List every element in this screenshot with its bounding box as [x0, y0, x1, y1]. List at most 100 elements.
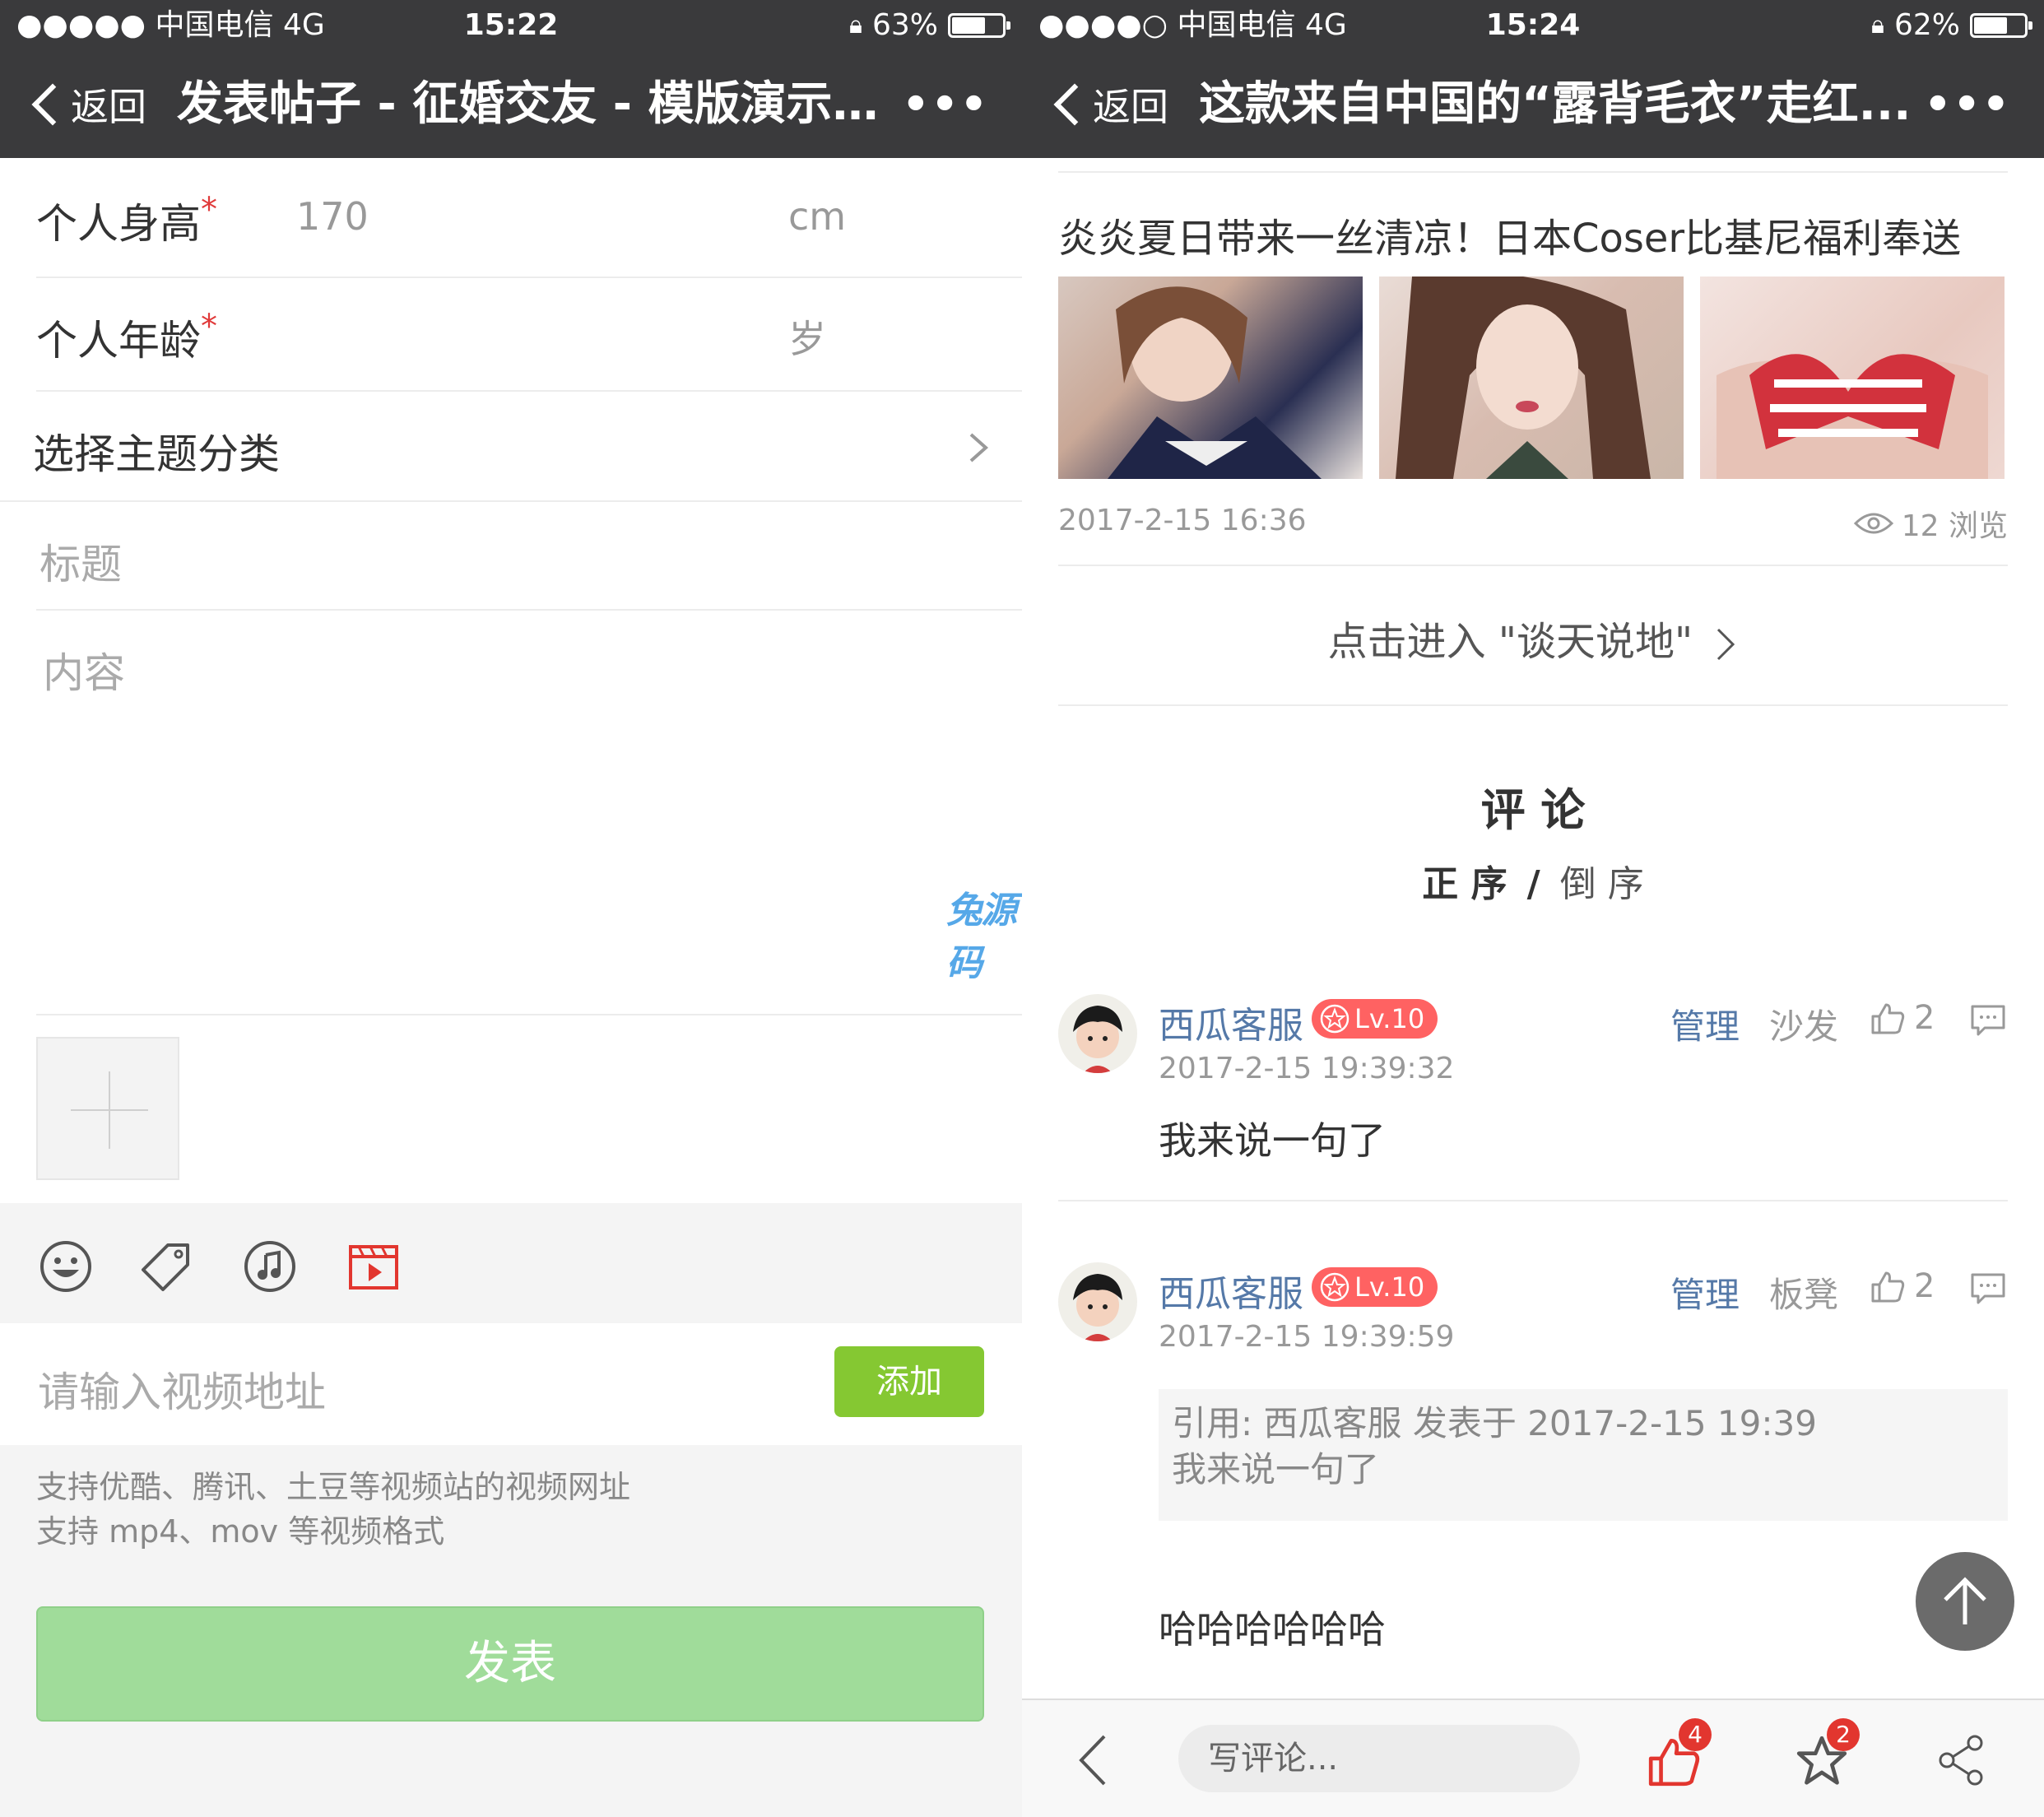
post-like-button[interactable]: 4 — [1646, 1718, 1712, 1789]
back-button[interactable]: 返回 — [1047, 51, 1168, 158]
comments-heading: 评 论 — [1480, 784, 1586, 836]
age-label: 个人年龄* — [36, 308, 217, 365]
thumbs-up-icon — [1871, 1271, 1905, 1303]
comment-item: 西瓜客服 Lv.10 管理 板凳 2 2017-2-15 19:39:59 引用… — [1022, 1256, 2044, 1684]
divider — [1058, 565, 2008, 566]
category-label: 选择主题分类 — [33, 430, 280, 478]
comment-text: 哈哈哈哈哈哈 — [1159, 1607, 1386, 1652]
more-menu-button[interactable]: ••• — [902, 51, 989, 158]
avatar-image — [1073, 1274, 1122, 1341]
music-icon[interactable] — [244, 1240, 296, 1293]
height-field-row[interactable]: 个人身高* 170 cm — [36, 158, 1022, 278]
sort-toggle: 正 序 / 倒 序 — [1022, 854, 2044, 907]
title-input[interactable]: 标题 — [36, 502, 1022, 611]
manage-link[interactable]: 管理 — [1670, 1267, 1740, 1317]
age-field-row[interactable]: 个人年龄* 岁 — [36, 278, 1022, 392]
page-title: 这款来自中国的“露背毛衣”走红... — [1199, 77, 1912, 131]
manage-link[interactable]: 管理 — [1670, 999, 1740, 1049]
battery-percent: 63% — [871, 8, 938, 42]
page-title: 发表帖子 - 征婚交友 - 模版演示站... — [177, 77, 907, 131]
add-image-button[interactable] — [36, 1037, 179, 1180]
battery-icon — [948, 13, 1010, 38]
level-text: Lv.10 — [1354, 1271, 1425, 1303]
back-label: 返回 — [71, 85, 146, 129]
level-text: Lv.10 — [1354, 1003, 1425, 1034]
photo-image — [1396, 276, 1651, 479]
divider — [1058, 171, 2008, 173]
back-chevron-icon[interactable] — [1076, 1733, 1109, 1787]
back-button[interactable]: 返回 — [25, 51, 146, 158]
related-thumbnail[interactable] — [1058, 276, 1363, 479]
title-placeholder: 标题 — [39, 541, 122, 588]
avatar[interactable] — [1058, 994, 1137, 1073]
comment-username[interactable]: 西瓜客服 — [1159, 996, 1303, 1048]
like-count-badge: 4 — [1679, 1718, 1712, 1751]
add-video-button[interactable]: 添加 — [834, 1346, 984, 1417]
view-count-text: 12 浏览 — [1901, 509, 2008, 543]
like-count: 2 — [1914, 1267, 1935, 1305]
submit-button[interactable]: 发表 — [36, 1606, 984, 1722]
comment-time: 2017-2-15 19:39:59 — [1159, 1320, 1455, 1354]
view-count: 12 浏览 — [1853, 502, 2008, 545]
height-unit: cm — [788, 194, 847, 239]
like-button[interactable]: 2 — [1870, 999, 1935, 1037]
battery-icon — [1970, 13, 2032, 38]
comment-time: 2017-2-15 19:39:32 — [1159, 1052, 1455, 1085]
reply-icon[interactable] — [1970, 1004, 2006, 1037]
eye-icon — [1853, 513, 1893, 534]
rotation-lock-icon: 🔒︎ — [849, 11, 862, 40]
related-thumbnail[interactable] — [1379, 276, 1684, 479]
battery-percent: 62% — [1893, 8, 1960, 42]
photo-image — [1716, 354, 1988, 479]
video-hints: 支持优酷、腾讯、土豆等视频站的视频网址 支持 mp4、mov 等视频格式 发表 — [0, 1445, 1022, 1817]
comment-username[interactable]: 西瓜客服 — [1159, 1264, 1303, 1317]
tag-icon[interactable] — [140, 1240, 193, 1293]
chevron-right-icon — [969, 433, 989, 462]
enter-forum-label: 点击进入 "谈天说地" — [1327, 619, 1693, 665]
back-chevron-icon — [1053, 83, 1096, 126]
attachment-toolbar — [0, 1203, 1022, 1323]
bottom-action-bar: 写评论... 4 2 — [1022, 1698, 2044, 1817]
sort-asc-button[interactable]: 正 序 — [1422, 863, 1507, 905]
content-textarea[interactable]: 内容 — [36, 611, 1022, 1015]
avatar-image — [1073, 1006, 1122, 1073]
back-to-top-button[interactable] — [1916, 1552, 2014, 1651]
height-label: 个人身高* — [36, 191, 217, 248]
category-select-row[interactable]: 选择主题分类 — [0, 392, 1022, 502]
enter-forum-link[interactable]: 点击进入 "谈天说地" — [1022, 609, 2044, 667]
sort-separator: / — [1526, 863, 1540, 905]
floor-label: 板凳 — [1769, 1275, 1839, 1315]
status-bar: ●●●●○ 中国电信 4G 15:24 🔒︎ 62% — [1022, 0, 2044, 51]
back-chevron-icon — [31, 83, 74, 126]
more-menu-button[interactable]: ••• — [1924, 51, 2011, 158]
divider — [1058, 704, 2008, 706]
share-icon[interactable] — [1937, 1733, 1986, 1787]
level-badge: Lv.10 — [1312, 999, 1438, 1039]
video-url-input[interactable]: 请输入视频地址 — [38, 1359, 326, 1419]
emoji-icon[interactable] — [39, 1240, 92, 1293]
like-button[interactable]: 2 — [1870, 1267, 1935, 1305]
write-comment-input[interactable]: 写评论... — [1178, 1725, 1580, 1792]
floor-label: 沙发 — [1769, 1006, 1839, 1047]
nav-bar: 返回 发表帖子 - 征婚交友 - 模版演示站... ••• — [0, 51, 1022, 158]
quote-header: 引用: 西瓜客服 发表于 2017-2-15 19:39 — [1172, 1403, 1817, 1443]
age-unit: 岁 — [788, 317, 826, 361]
rotation-lock-icon: 🔒︎ — [1871, 11, 1884, 40]
post-detail-screen: ●●●●○ 中国电信 4G 15:24 🔒︎ 62% 返回 这款来自中国的“露背… — [1022, 0, 2044, 1817]
related-thumbnail[interactable] — [1700, 276, 2005, 479]
arrow-up-icon — [1944, 1577, 1986, 1624]
height-input[interactable]: 170 — [296, 194, 369, 239]
chevron-right-icon — [1717, 628, 1735, 661]
reply-icon[interactable] — [1970, 1272, 2006, 1305]
avatar[interactable] — [1058, 1262, 1137, 1341]
sort-desc-button[interactable]: 倒 序 — [1560, 863, 1644, 905]
level-badge: Lv.10 — [1312, 1267, 1438, 1307]
content-placeholder: 内容 — [43, 649, 125, 697]
related-post-title[interactable]: 炎炎夏日带来一丝清凉！日本Coser比基尼福利奉送 — [1058, 206, 1961, 263]
star-icon — [1320, 1004, 1350, 1034]
video-icon[interactable] — [347, 1240, 400, 1293]
thumbs-up-icon — [1871, 1003, 1905, 1034]
quoted-comment: 引用: 西瓜客服 发表于 2017-2-15 19:39 我来说一句了 — [1159, 1389, 2008, 1521]
favorite-button[interactable]: 2 — [1794, 1718, 1860, 1789]
back-label: 返回 — [1093, 85, 1168, 129]
